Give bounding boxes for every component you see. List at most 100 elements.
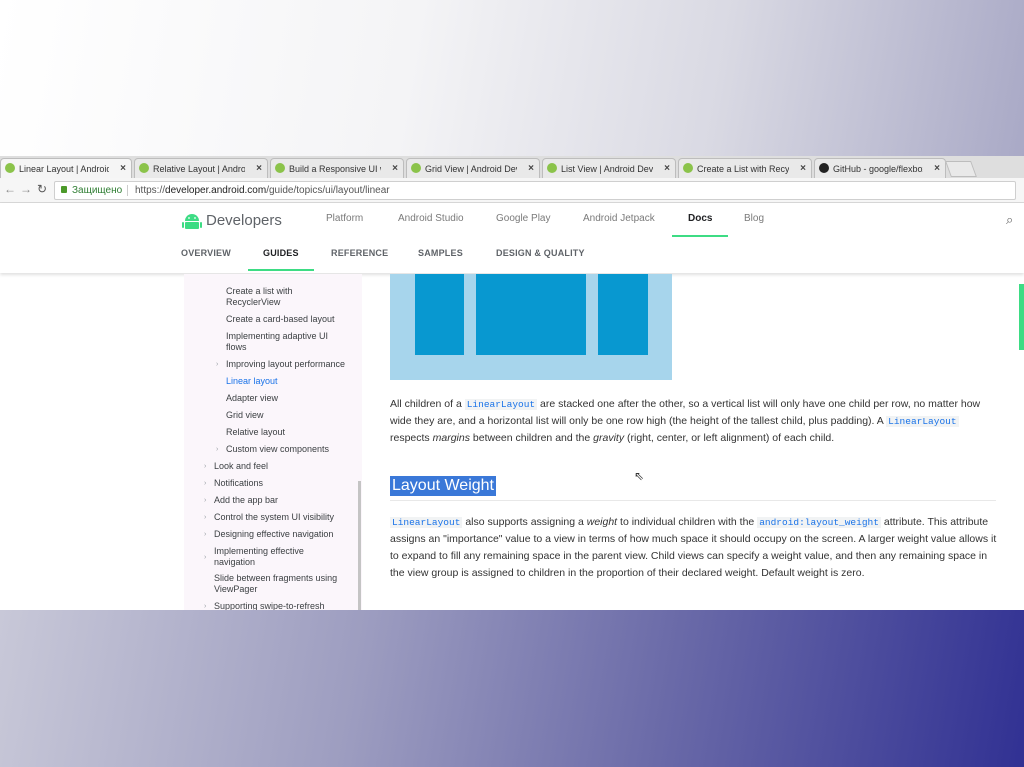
chevron-right-icon[interactable]: › <box>216 446 218 453</box>
nav-android-jetpack[interactable]: Android Jetpack <box>583 213 655 224</box>
code-linearlayout[interactable]: LinearLayout <box>390 517 463 528</box>
url-text: https://developer.android.com/guide/topi… <box>135 185 390 196</box>
android-icon <box>683 163 693 173</box>
sidebar-item[interactable]: Improving layout performance <box>226 359 345 370</box>
chevron-right-icon[interactable]: › <box>204 480 206 487</box>
mouse-cursor-icon: ⇖ <box>634 469 645 483</box>
tab-title: Linear Layout | Android <box>19 164 109 174</box>
nav-docs[interactable]: Docs <box>688 213 712 224</box>
active-nav-indicator <box>672 235 728 237</box>
close-icon[interactable]: × <box>800 159 806 178</box>
chevron-right-icon[interactable]: › <box>204 603 206 610</box>
new-tab-button[interactable] <box>945 161 977 177</box>
android-logo-icon <box>182 214 202 229</box>
nav-platform[interactable]: Platform <box>326 213 363 224</box>
sidebar-item[interactable]: Create a card-based layout <box>226 314 335 325</box>
tab-title: Build a Responsive UI wi <box>289 164 381 174</box>
tab-overview[interactable]: OVERVIEW <box>181 248 231 258</box>
browser-tab[interactable]: Relative Layout | Andro × <box>134 158 268 178</box>
close-icon[interactable]: × <box>120 159 126 178</box>
chevron-right-icon[interactable]: › <box>204 554 206 561</box>
search-icon[interactable]: ⌕ <box>1006 212 1013 228</box>
sidebar-item[interactable]: Slide between fragments using ViewPager <box>214 573 354 595</box>
chevron-right-icon[interactable]: › <box>216 361 218 368</box>
android-icon <box>547 163 557 173</box>
sidebar-item[interactable]: Designing effective navigation <box>214 529 333 540</box>
tab-title: Relative Layout | Andro <box>153 164 245 174</box>
code-linearlayout[interactable]: LinearLayout <box>886 416 959 427</box>
sidebar-item[interactable]: Implementing adaptive UI flows <box>226 331 346 353</box>
sidebar-scrollbar[interactable] <box>358 481 361 610</box>
android-icon <box>275 163 285 173</box>
linear-layout-diagram <box>390 274 672 380</box>
divider <box>390 500 996 501</box>
sidebar-item[interactable]: Control the system UI visibility <box>214 512 334 523</box>
back-arrow-icon[interactable]: ← <box>4 182 16 196</box>
section-heading: Layout Weight <box>390 476 496 496</box>
github-icon <box>819 163 829 173</box>
tab-reference[interactable]: REFERENCE <box>331 248 388 258</box>
browser-tab[interactable]: Create a List with Recycl × <box>678 158 812 178</box>
browser-tab[interactable]: List View | Android Dev × <box>542 158 676 178</box>
divider <box>127 185 128 196</box>
browser-tab[interactable]: Linear Layout | Android × <box>0 158 132 178</box>
sidebar-item-active[interactable]: Linear layout <box>226 376 278 387</box>
nav-android-studio[interactable]: Android Studio <box>398 213 464 224</box>
close-icon[interactable]: × <box>256 159 262 178</box>
close-icon[interactable]: × <box>528 159 534 178</box>
android-icon <box>411 163 421 173</box>
browser-tab[interactable]: Build a Responsive UI wi × <box>270 158 404 178</box>
nav-blog[interactable]: Blog <box>744 213 764 224</box>
tab-guides[interactable]: GUIDES <box>263 248 299 258</box>
intro-paragraph: All children of a LinearLayout are stack… <box>390 398 981 444</box>
browser-tab[interactable]: Grid View | Android Dev × <box>406 158 540 178</box>
weight-paragraph: LinearLayout also supports assigning a w… <box>390 516 997 579</box>
diagram-child-view <box>598 274 648 355</box>
browser-screenshot: Linear Layout | Android × Relative Layou… <box>0 156 1024 610</box>
sidebar-item[interactable]: Adapter view <box>226 393 278 404</box>
brand-title[interactable]: Developers <box>206 212 282 229</box>
code-layout-weight[interactable]: android:layout_weight <box>757 517 881 528</box>
lock-icon <box>61 186 67 193</box>
chevron-right-icon[interactable]: › <box>204 531 206 538</box>
sidebar-item[interactable]: Supporting swipe-to-refresh <box>214 601 325 610</box>
android-icon <box>5 163 15 173</box>
forward-arrow-icon[interactable]: → <box>20 182 32 196</box>
close-icon[interactable]: × <box>934 159 940 178</box>
close-icon[interactable]: × <box>392 159 398 178</box>
nav-google-play[interactable]: Google Play <box>496 213 550 224</box>
diagram-child-view <box>476 274 586 355</box>
url-input[interactable]: Защищено https://developer.android.com/g… <box>54 181 1016 200</box>
sidebar-item[interactable]: Grid view <box>226 410 264 421</box>
sidebar-item[interactable]: Relative layout <box>226 427 285 438</box>
sidebar-item[interactable]: Implementing effective navigation <box>214 546 324 568</box>
tab-title: List View | Android Dev <box>561 164 653 174</box>
site-header: Developers Platform Android Studio Googl… <box>0 203 1024 273</box>
sidebar-item[interactable]: Create a list with RecyclerView <box>226 286 336 308</box>
code-linearlayout[interactable]: LinearLayout <box>464 399 538 410</box>
tab-design-quality[interactable]: DESIGN & QUALITY <box>496 248 585 258</box>
browser-tab[interactable]: GitHub - google/flexbox × <box>814 158 946 178</box>
chevron-right-icon[interactable]: › <box>204 497 206 504</box>
sidebar-item[interactable]: Look and feel <box>214 461 268 472</box>
secure-label: Защищено <box>72 185 123 196</box>
address-bar: ← → ↻ Защищено https://developer.android… <box>0 178 1024 203</box>
sidebar-item[interactable]: Notifications <box>214 478 263 489</box>
tab-samples[interactable]: SAMPLES <box>418 248 463 258</box>
reload-icon[interactable]: ↻ <box>37 182 47 196</box>
tab-title: Grid View | Android Dev <box>425 164 517 174</box>
slide-top-band <box>0 0 1024 156</box>
slide-bottom-band <box>0 610 1024 767</box>
sidebar-item[interactable]: Add the app bar <box>214 495 278 506</box>
active-tab-indicator <box>248 269 314 271</box>
chevron-right-icon[interactable]: › <box>204 514 206 521</box>
diagram-child-view <box>415 274 464 355</box>
page-scrollbar[interactable] <box>1019 284 1024 350</box>
chevron-right-icon[interactable]: › <box>204 463 206 470</box>
tab-strip: Linear Layout | Android × Relative Layou… <box>0 156 1024 179</box>
android-icon <box>139 163 149 173</box>
tab-title: Create a List with Recycl <box>697 164 789 174</box>
close-icon[interactable]: × <box>664 159 670 178</box>
tab-title: GitHub - google/flexbox <box>833 164 923 174</box>
sidebar-item[interactable]: Custom view components <box>226 444 329 455</box>
